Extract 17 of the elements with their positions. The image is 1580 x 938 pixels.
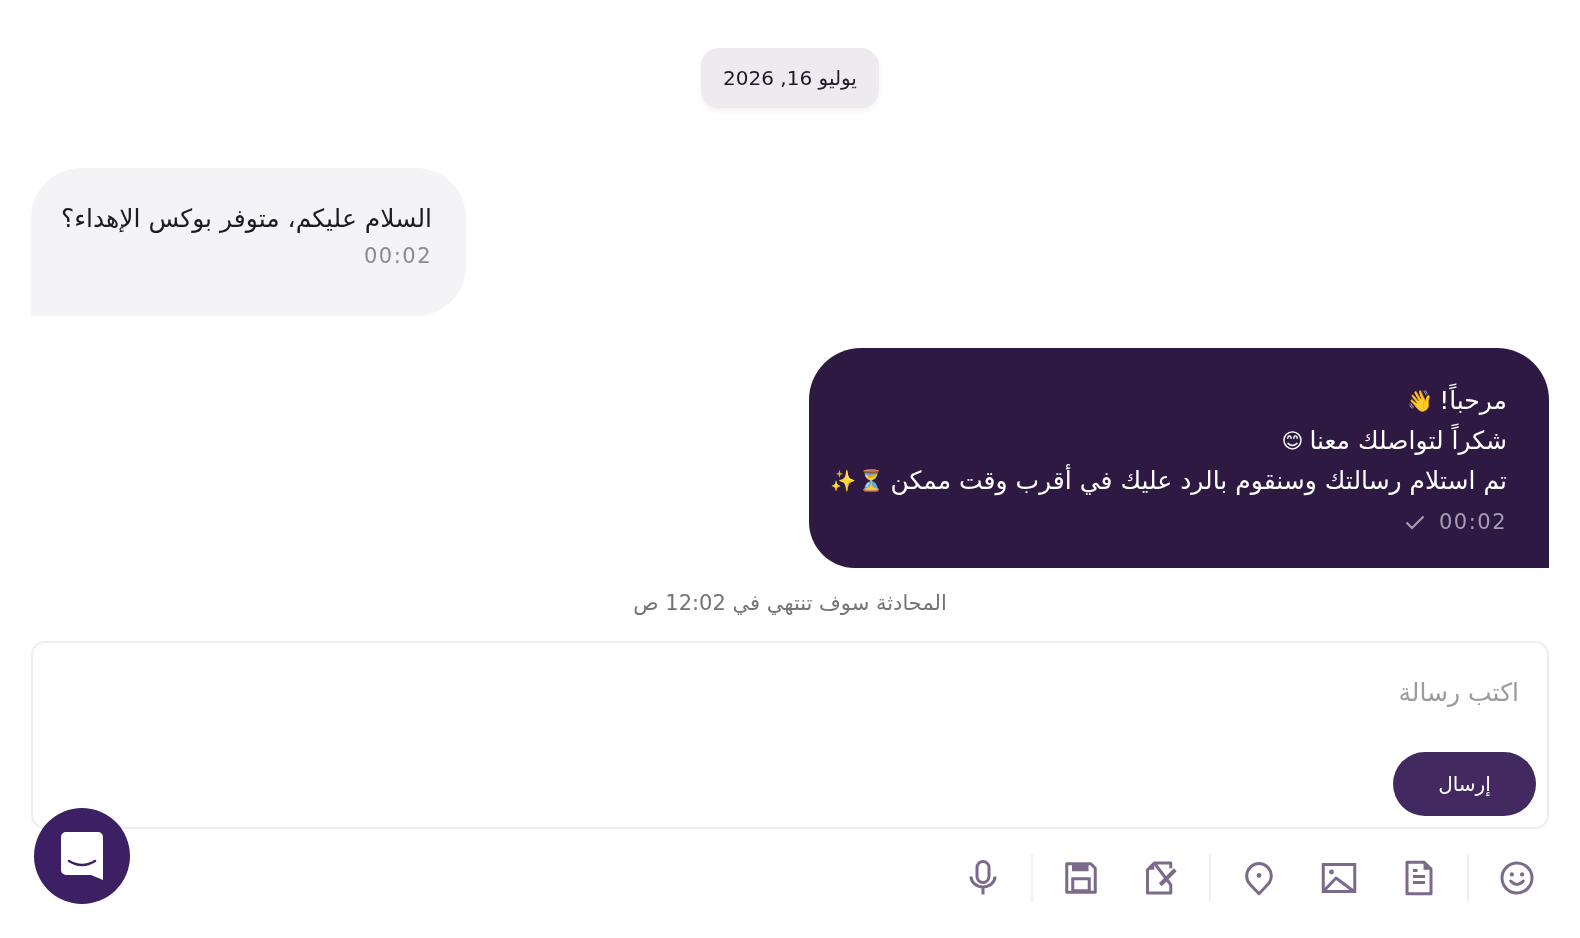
message-text: السلام عليكم، متوفر بوكس الإهداء؟ [61,203,433,235]
emoji-icon: 😊 [1281,430,1304,452]
message-time: 00:02 [1438,510,1507,534]
expiry-notice: المحادثة سوف تنتهي في 12:02 ص [633,590,947,617]
smiley-icon [1499,860,1535,896]
image-icon [1321,860,1357,896]
message-text: مرحباً! [1439,381,1507,421]
emoji-icon: 👋 [1407,390,1434,412]
page-with-pencil-icon [1143,860,1179,896]
message-time: 00:02 [364,244,433,268]
message-text: تم استلام رسالتك وسنقوم بالرد عليك في أقرب وقت ممكن [890,463,1507,498]
message-text: شكراً لتواصلك معنا [1309,421,1507,461]
chat-bubble-icon [61,832,103,880]
date-label: يوليو 16, 2026 [701,48,879,108]
send-button[interactable]: إرسال [1393,752,1536,816]
emoji-icon: ⏳ [858,470,885,492]
emoji-icon: ✨ [830,470,857,492]
